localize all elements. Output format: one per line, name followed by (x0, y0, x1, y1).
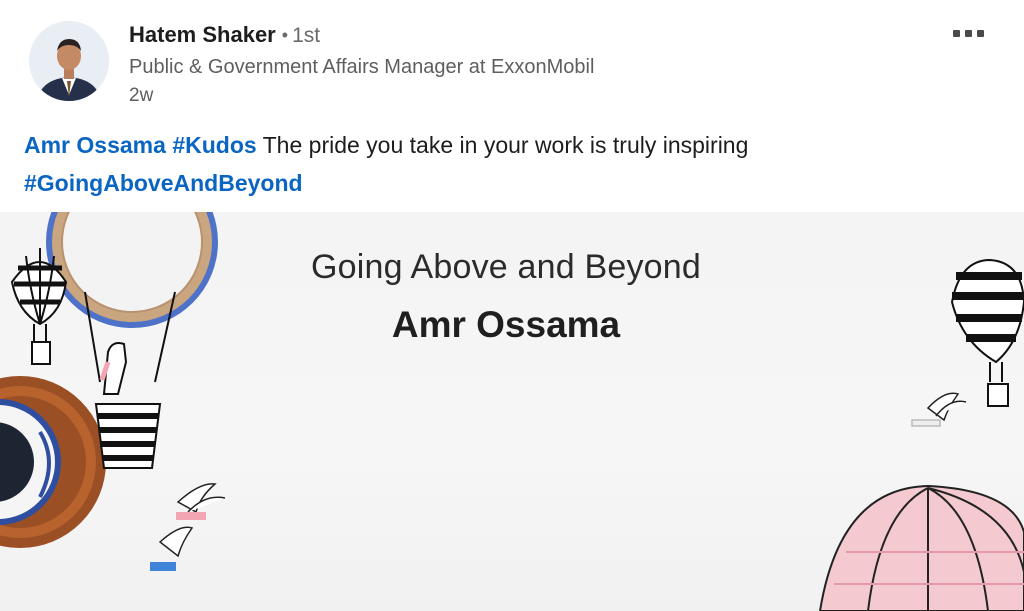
post-message: The pride you take in your work is truly… (256, 132, 749, 158)
more-horizontal-icon (964, 29, 972, 37)
more-horizontal-icon (952, 29, 960, 37)
post-text: Amr Ossama #Kudos The pride you take in … (24, 126, 1004, 202)
author-avatar[interactable] (29, 21, 109, 101)
mention-link[interactable]: Amr Ossama (24, 132, 166, 158)
coaster-cup-icon (0, 376, 106, 548)
post-header: Hatem Shaker • 1st Public & Government Aff… (0, 0, 1024, 115)
kudos-title: Going Above and Beyond (310, 248, 702, 286)
more-options-button[interactable] (944, 22, 992, 44)
degree-separator: • (281, 25, 289, 45)
post-timestamp[interactable]: 2w (129, 85, 153, 107)
author-headline: Public & Government Affairs Manager at E… (129, 56, 595, 78)
author-line: Hatem Shaker • 1st (129, 22, 320, 48)
avatar-photo (29, 21, 109, 101)
hashtag-link[interactable]: #Kudos (172, 132, 256, 158)
bird-pin-icon (150, 483, 226, 571)
hashtag-link[interactable]: #GoingAboveAndBeyond (24, 170, 303, 196)
connection-degree: 1st (292, 24, 321, 47)
author-name[interactable]: Hatem Shaker (129, 22, 276, 47)
more-horizontal-icon (976, 29, 984, 37)
hot-air-balloon-icon (818, 484, 1024, 611)
kudos-recipient: Amr Ossama (391, 304, 621, 345)
bird-pin-icon (911, 392, 967, 427)
post-image[interactable]: Going Above and Beyond Amr Ossama (0, 212, 1024, 611)
feed-post: Hatem Shaker • 1st Public & Government Aff… (0, 0, 1024, 611)
